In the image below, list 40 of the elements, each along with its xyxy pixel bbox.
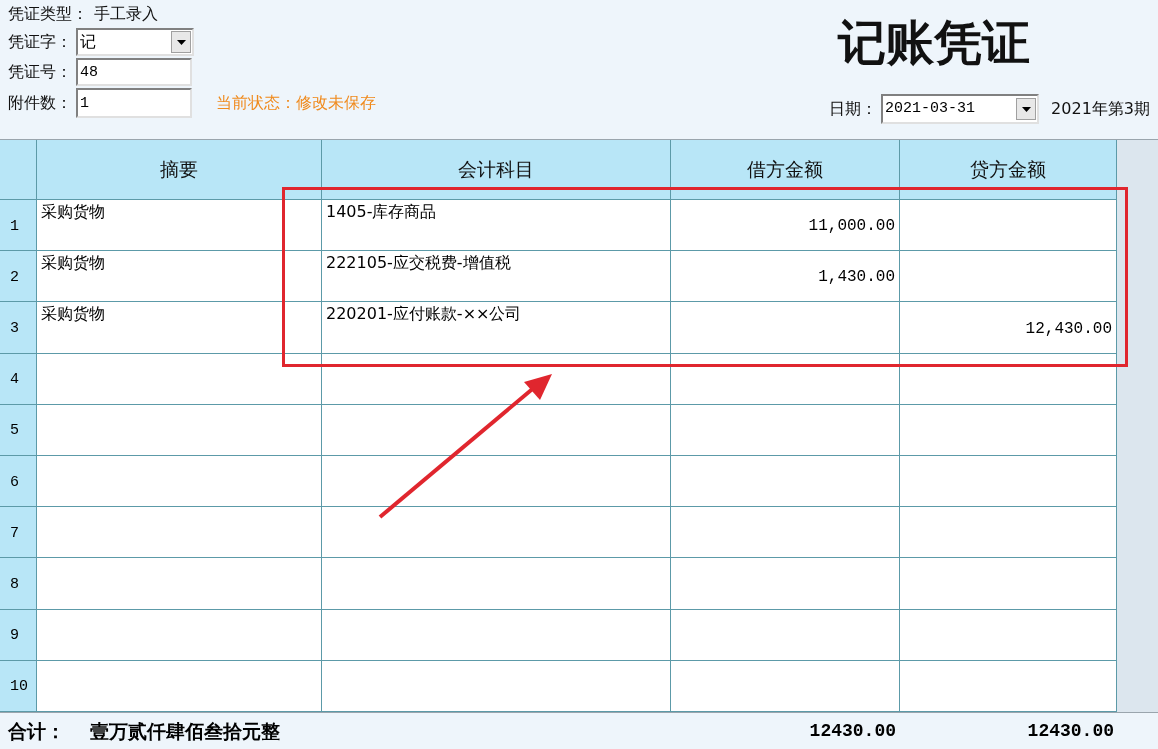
status-text: 当前状态：修改未保存 bbox=[216, 92, 376, 114]
row-number: 3 bbox=[0, 302, 37, 354]
field-label: 附件数： bbox=[8, 92, 72, 114]
voucher-type: 手工录入 bbox=[94, 3, 158, 25]
table-cell: 12,430.00 bbox=[900, 302, 1117, 354]
row-number: 7 bbox=[0, 507, 37, 559]
amount-in-words: 壹万贰仟肆佰叁拾元整 bbox=[90, 718, 281, 744]
table-cell: 220201-应付账款-××公司 bbox=[322, 302, 671, 354]
row-number: 9 bbox=[0, 609, 37, 661]
row-number: 6 bbox=[0, 455, 37, 508]
attachments-field[interactable]: 1 bbox=[76, 88, 192, 118]
row-number: 10 bbox=[0, 660, 37, 712]
dropdown-button[interactable] bbox=[1016, 98, 1037, 120]
date-select[interactable]: 2021-03-31 bbox=[881, 94, 1040, 124]
field-label: 凭证字： bbox=[8, 31, 72, 53]
field-label: 凭证类型： bbox=[8, 3, 88, 25]
row-number: 1 bbox=[0, 200, 37, 252]
table-cell: 222105-应交税费-增值税 bbox=[322, 251, 671, 303]
dropdown-button[interactable] bbox=[171, 31, 191, 53]
table-cell: 采购货物 bbox=[37, 251, 322, 303]
row-number: 5 bbox=[0, 404, 37, 456]
table-cell: 采购货物 bbox=[37, 200, 322, 252]
caret-icon bbox=[1021, 106, 1031, 112]
field-label: 凭证号： bbox=[8, 61, 72, 83]
table-cell: 1405-库存商品 bbox=[322, 200, 671, 252]
voucher-number-field[interactable]: 48 bbox=[76, 58, 192, 86]
voucher-word-select[interactable]: 记 bbox=[76, 28, 194, 56]
row-number: 4 bbox=[0, 353, 37, 405]
credit-total: 12430.00 bbox=[1026, 719, 1114, 743]
total-label: 合计： bbox=[8, 718, 66, 744]
voucher-title: 记账凭证 bbox=[838, 18, 1030, 66]
period-text: 2021年第3期 bbox=[1051, 98, 1150, 120]
table-cell: 采购货物 bbox=[37, 302, 322, 354]
caret-icon bbox=[176, 39, 186, 45]
field-label: 日期： bbox=[829, 98, 878, 120]
row-number: 2 bbox=[0, 251, 37, 303]
debit-total: 12430.00 bbox=[808, 719, 896, 743]
table-cell: 11,000.00 bbox=[671, 200, 900, 252]
table-cell: 1,430.00 bbox=[671, 251, 900, 303]
row-number: 8 bbox=[0, 558, 37, 610]
